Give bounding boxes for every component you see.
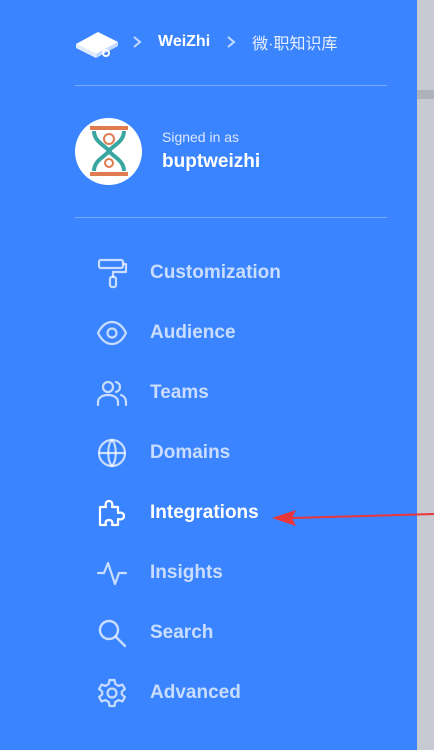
nav-label: Audience <box>150 322 236 343</box>
nav-label: Integrations <box>150 502 259 523</box>
chevron-right-icon <box>133 36 142 48</box>
breadcrumb: WeiZhi 微·职知识库 <box>74 24 338 60</box>
signed-in-label: Signed in as <box>162 129 240 145</box>
globe-icon <box>95 436 129 470</box>
nav-item-domains[interactable]: Domains <box>95 423 281 483</box>
paint-roller-icon <box>95 256 129 290</box>
header-edge <box>417 90 434 99</box>
nav-label: Domains <box>150 442 231 463</box>
nav-item-insights[interactable]: Insights <box>95 543 281 603</box>
gear-icon <box>95 676 129 710</box>
breadcrumb-org[interactable]: WeiZhi <box>158 33 210 51</box>
settings-nav: Customization Audience Teams Domains Int… <box>95 243 281 723</box>
activity-icon <box>95 556 129 590</box>
nav-item-audience[interactable]: Audience <box>95 303 281 363</box>
book-logo-icon[interactable] <box>74 24 122 60</box>
nav-label: Teams <box>150 382 209 403</box>
nav-item-customization[interactable]: Customization <box>95 243 281 303</box>
user-info: Signed in as buptweizhi <box>75 117 260 185</box>
users-icon <box>95 376 129 410</box>
divider <box>75 85 387 86</box>
nav-item-teams[interactable]: Teams <box>95 363 281 423</box>
nav-item-search[interactable]: Search <box>95 603 281 663</box>
nav-label: Customization <box>150 262 281 283</box>
nav-item-advanced[interactable]: Advanced <box>95 663 281 723</box>
nav-item-integrations[interactable]: Integrations <box>95 483 281 543</box>
breadcrumb-space[interactable]: 微·职知识库 <box>252 30 337 54</box>
annotation-arrow-icon <box>272 510 434 526</box>
username: buptweizhi <box>162 151 261 172</box>
eye-icon <box>95 316 129 350</box>
nav-label: Insights <box>150 562 223 583</box>
avatar[interactable] <box>75 117 142 185</box>
page-background <box>417 0 434 750</box>
search-icon <box>95 616 129 650</box>
nav-label: Advanced <box>150 682 241 703</box>
divider <box>75 217 387 218</box>
sidebar: WeiZhi 微·职知识库 Signed in as buptweizhi Cu… <box>0 0 417 750</box>
hourglass-avatar-icon <box>89 126 128 176</box>
chevron-right-icon <box>227 36 236 48</box>
nav-label: Search <box>150 622 214 643</box>
puzzle-icon <box>95 496 129 530</box>
